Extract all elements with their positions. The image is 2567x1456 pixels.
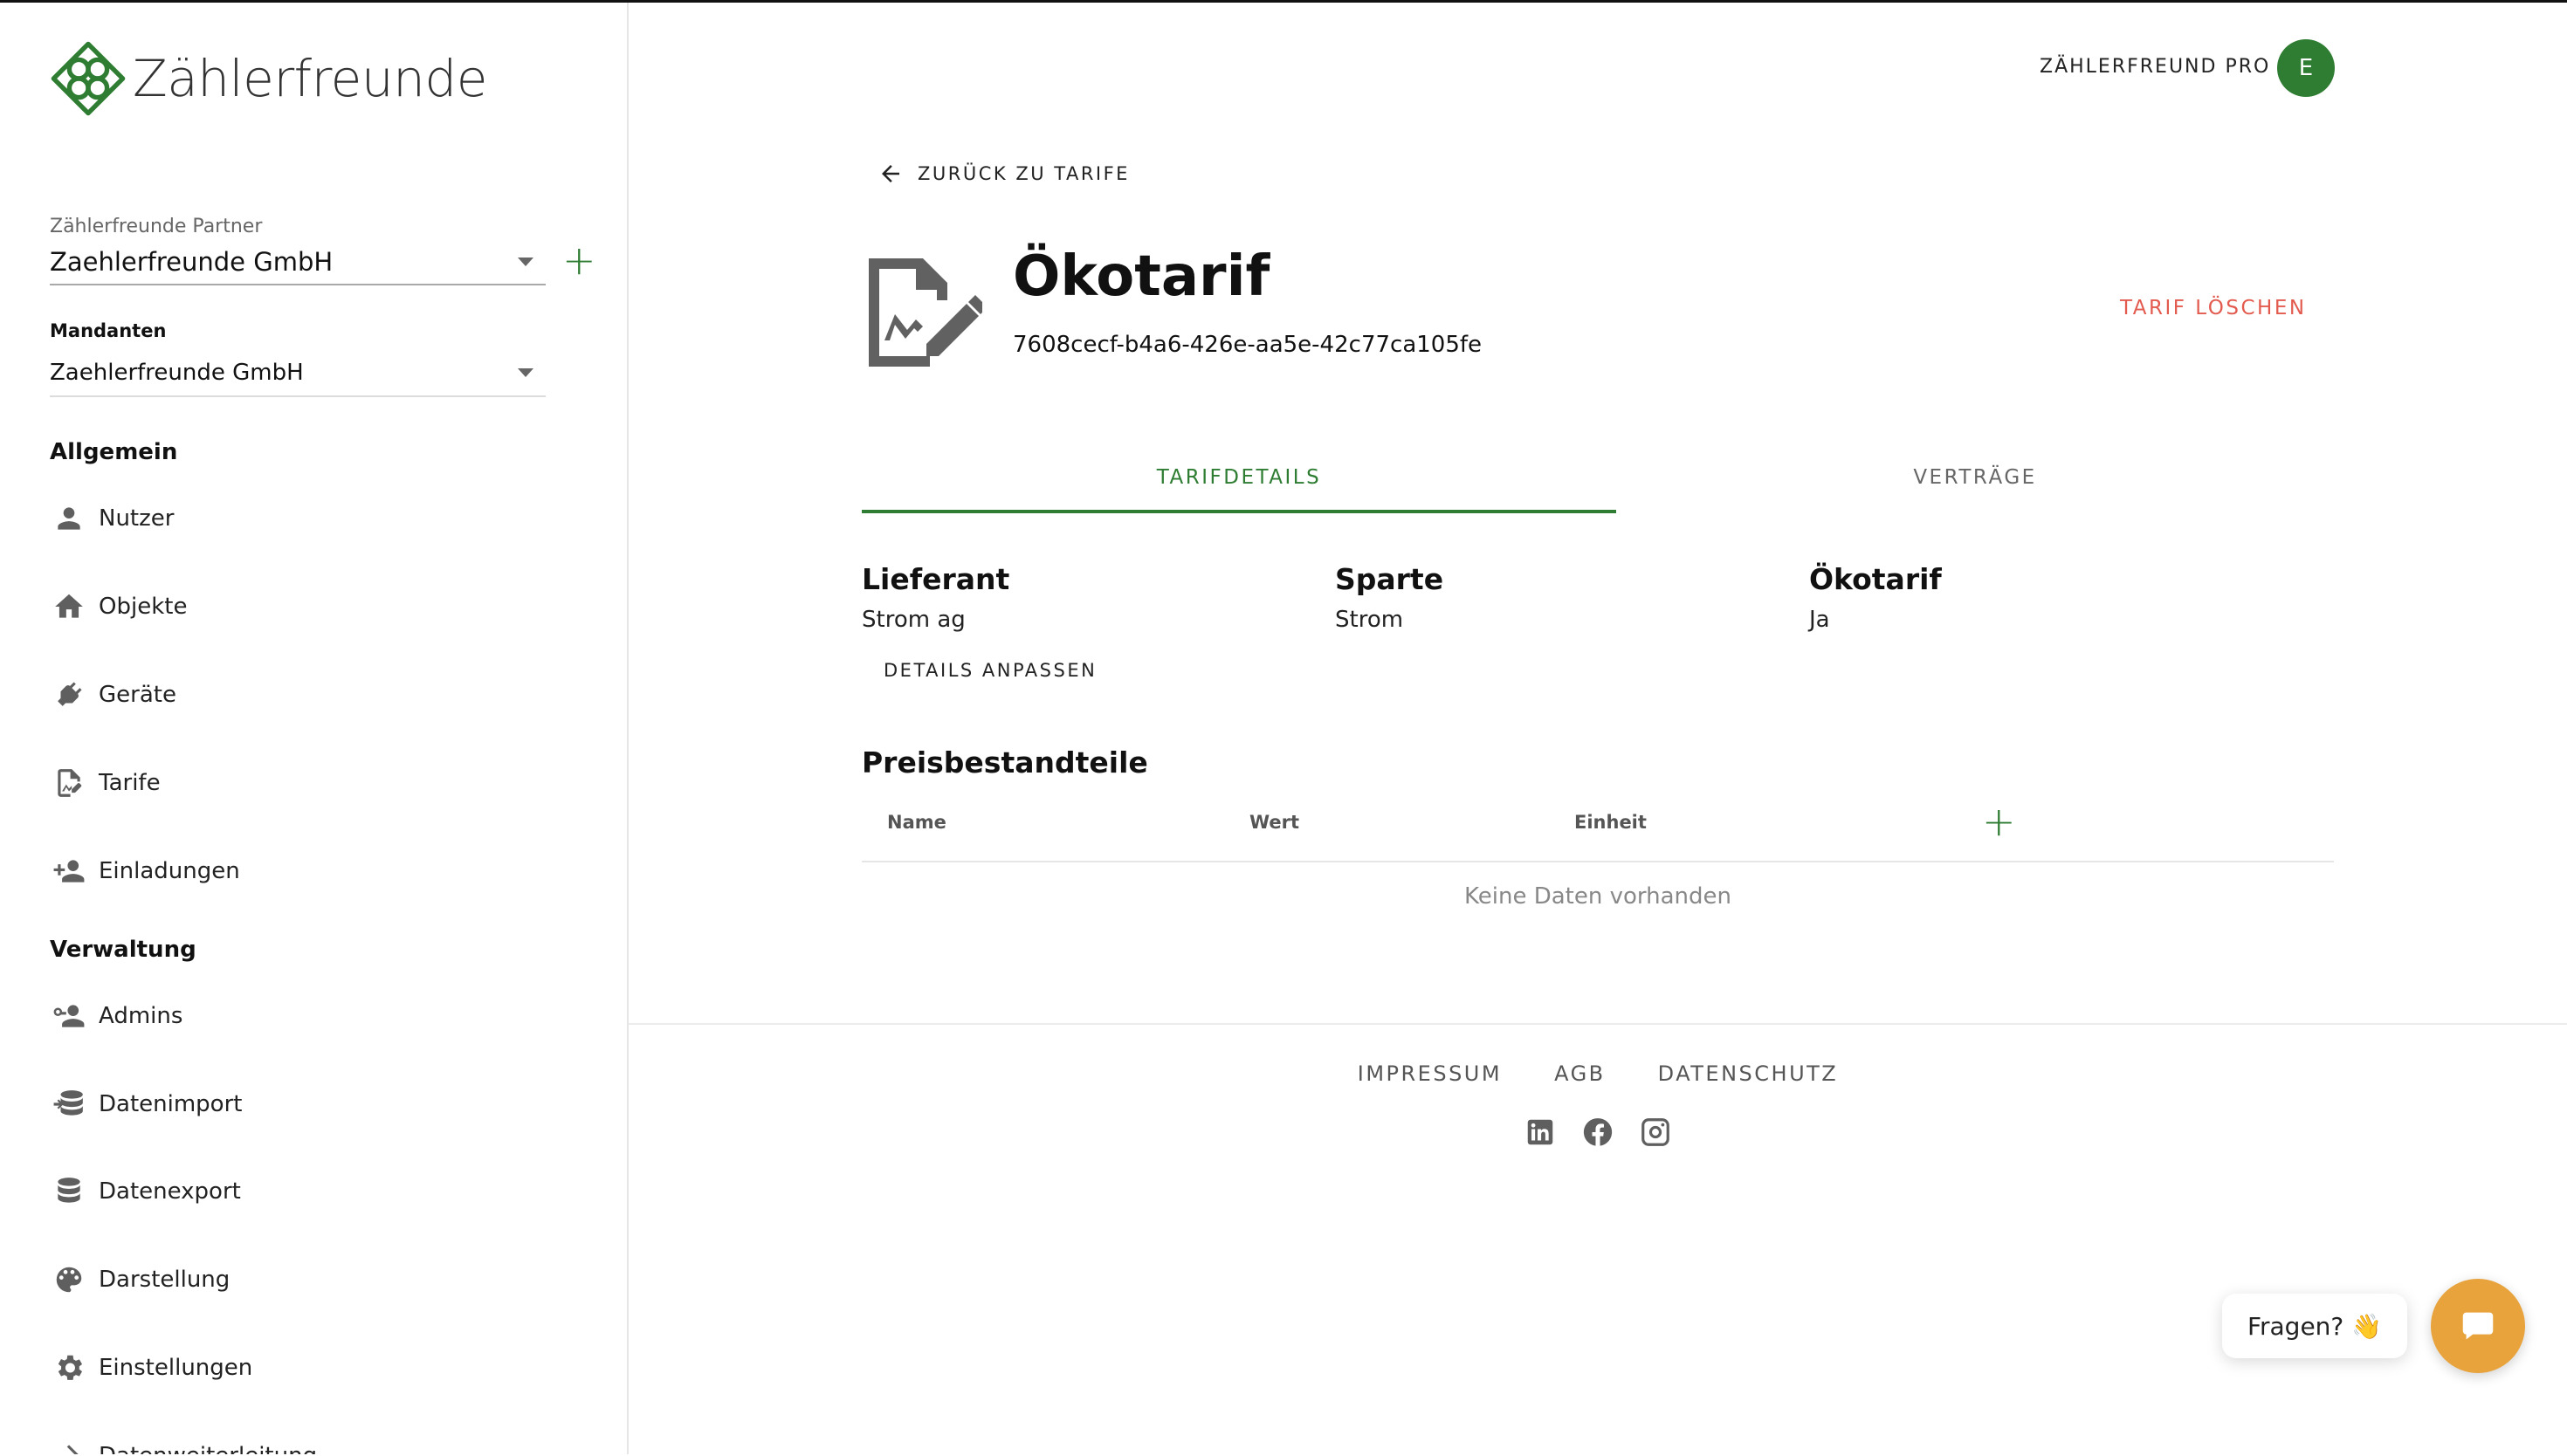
chat-launcher-button[interactable] bbox=[2431, 1279, 2525, 1373]
sidebar-item-admins[interactable]: Admins bbox=[50, 994, 182, 1038]
detail-heading: Ökotarif bbox=[1809, 562, 1942, 596]
detail-oekotarif: Ökotarif Ja bbox=[1809, 562, 1942, 633]
column-header-einheit[interactable]: Einheit bbox=[1574, 812, 1647, 833]
sidebar-item-datenexport[interactable]: Datenexport bbox=[50, 1170, 241, 1213]
chat-icon bbox=[2462, 1312, 2494, 1340]
sidebar-item-geraete[interactable]: Geräte bbox=[50, 673, 176, 717]
sidebar-item-objekte[interactable]: Objekte bbox=[50, 585, 187, 628]
sidebar-item-einstellungen[interactable]: Einstellungen bbox=[50, 1346, 252, 1390]
chevron-down-icon bbox=[518, 368, 533, 377]
mandanten-label: Mandanten bbox=[50, 320, 167, 341]
table-header: Name Wert Einheit + bbox=[862, 794, 2334, 862]
sidebar-item-label: Geräte bbox=[99, 682, 176, 708]
instagram-icon[interactable] bbox=[1639, 1116, 1672, 1149]
footer-link-impressum[interactable]: IMPRESSUM bbox=[1358, 1061, 1502, 1086]
logo-icon bbox=[51, 41, 126, 116]
chat-prompt-bubble[interactable]: Fragen? 👋 bbox=[2222, 1294, 2407, 1358]
tariff-icon bbox=[50, 764, 88, 802]
edit-details-button[interactable]: DETAILS ANPASSEN bbox=[884, 660, 1097, 681]
social-links bbox=[629, 1116, 2567, 1149]
sidebar-item-label: Admins bbox=[99, 1003, 183, 1029]
section-title-general: Allgemein bbox=[50, 439, 178, 465]
tab-vertraege[interactable]: VERTRÄGE bbox=[1616, 445, 2334, 510]
tariff-id: 7608cecf-b4a6-426e-aa5e-42c77ca105fe bbox=[1013, 332, 1483, 358]
column-header-name[interactable]: Name bbox=[887, 812, 946, 833]
sidebar-item-label: Datenimport bbox=[99, 1091, 243, 1117]
page-title: Ökotarif bbox=[1013, 244, 1270, 309]
footer-link-datenschutz[interactable]: DATENSCHUTZ bbox=[1658, 1061, 1839, 1086]
sidebar-item-label: Tarife bbox=[99, 770, 161, 796]
add-price-component-button[interactable]: + bbox=[1982, 798, 2016, 845]
sidebar-item-label: Darstellung bbox=[99, 1267, 231, 1293]
back-link-label: ZURÜCK ZU TARIFE bbox=[918, 163, 1130, 184]
footer: IMPRESSUM AGB DATENSCHUTZ bbox=[629, 1023, 2567, 1456]
tab-tarifdetails[interactable]: TARIFDETAILS bbox=[862, 445, 1616, 513]
partner-label: Zählerfreunde Partner bbox=[50, 216, 263, 237]
partner-select[interactable]: Zaehlerfreunde GmbH bbox=[50, 240, 546, 285]
detail-value: Strom ag bbox=[862, 607, 966, 633]
sidebar-item-label: Datenweiterleitung bbox=[99, 1443, 317, 1454]
sidebar-item-einladungen[interactable]: Einladungen bbox=[50, 849, 240, 893]
sidebar-item-datenimport[interactable]: Datenimport bbox=[50, 1082, 242, 1126]
forward-icon bbox=[50, 1437, 88, 1454]
sidebar: Zählerfreunde Zählerfreunde Partner Zaeh… bbox=[0, 3, 629, 1454]
price-components-title: Preisbestandteile bbox=[862, 745, 1148, 780]
sidebar-item-datenweiterleitung[interactable]: Datenweiterleitung bbox=[50, 1434, 317, 1454]
add-partner-button[interactable]: + bbox=[562, 240, 596, 280]
gear-icon bbox=[50, 1349, 88, 1387]
mandanten-value: Zaehlerfreunde GmbH bbox=[50, 360, 304, 386]
detail-heading: Sparte bbox=[1335, 562, 1444, 596]
database-import-icon bbox=[50, 1085, 88, 1123]
partner-value: Zaehlerfreunde GmbH bbox=[50, 247, 334, 277]
detail-value: Strom bbox=[1335, 607, 1404, 633]
sidebar-item-label: Nutzer bbox=[99, 505, 175, 532]
detail-value: Ja bbox=[1809, 607, 1830, 633]
sidebar-item-label: Einstellungen bbox=[99, 1355, 253, 1381]
column-header-wert[interactable]: Wert bbox=[1249, 812, 1299, 833]
tab-bar: TARIFDETAILS VERTRÄGE bbox=[862, 445, 2334, 513]
brand-name: Zählerfreunde bbox=[133, 49, 487, 108]
back-to-tariffs-link[interactable]: ZURÜCK ZU TARIFE bbox=[877, 161, 1130, 187]
admin-key-icon bbox=[50, 997, 88, 1035]
footer-links: IMPRESSUM AGB DATENSCHUTZ bbox=[629, 1061, 2567, 1086]
database-export-icon bbox=[50, 1172, 88, 1211]
footer-link-agb[interactable]: AGB bbox=[1554, 1061, 1606, 1086]
avatar[interactable]: E bbox=[2277, 39, 2335, 97]
pro-badge[interactable]: ZÄHLERFREUND PRO bbox=[2040, 56, 2270, 78]
sidebar-item-label: Objekte bbox=[99, 594, 188, 620]
sidebar-item-label: Einladungen bbox=[99, 858, 240, 884]
sidebar-item-darstellung[interactable]: Darstellung bbox=[50, 1258, 230, 1301]
section-title-admin: Verwaltung bbox=[50, 937, 196, 963]
tariff-document-icon bbox=[869, 258, 982, 367]
delete-tariff-button[interactable]: TARIF LÖSCHEN bbox=[2120, 297, 2307, 319]
arrow-left-icon bbox=[882, 165, 899, 182]
sidebar-item-nutzer[interactable]: Nutzer bbox=[50, 497, 174, 540]
empty-table-message: Keine Daten vorhanden bbox=[1464, 883, 1731, 910]
mandanten-select[interactable]: Zaehlerfreunde GmbH bbox=[50, 350, 546, 397]
home-icon bbox=[50, 587, 88, 626]
facebook-icon[interactable] bbox=[1581, 1116, 1614, 1149]
detail-lieferant: Lieferant Strom ag bbox=[862, 562, 1009, 633]
detail-sparte: Sparte Strom bbox=[1335, 562, 1443, 633]
person-icon bbox=[50, 499, 88, 538]
linkedin-icon[interactable] bbox=[1524, 1116, 1557, 1149]
invite-icon bbox=[50, 852, 88, 890]
palette-icon bbox=[50, 1260, 88, 1299]
chevron-down-icon bbox=[518, 258, 533, 266]
plug-icon bbox=[50, 676, 88, 714]
brand-logo[interactable]: Zählerfreunde bbox=[49, 39, 487, 118]
sidebar-item-label: Datenexport bbox=[99, 1178, 241, 1205]
detail-heading: Lieferant bbox=[862, 562, 1010, 596]
sidebar-item-tarife[interactable]: Tarife bbox=[50, 761, 161, 805]
